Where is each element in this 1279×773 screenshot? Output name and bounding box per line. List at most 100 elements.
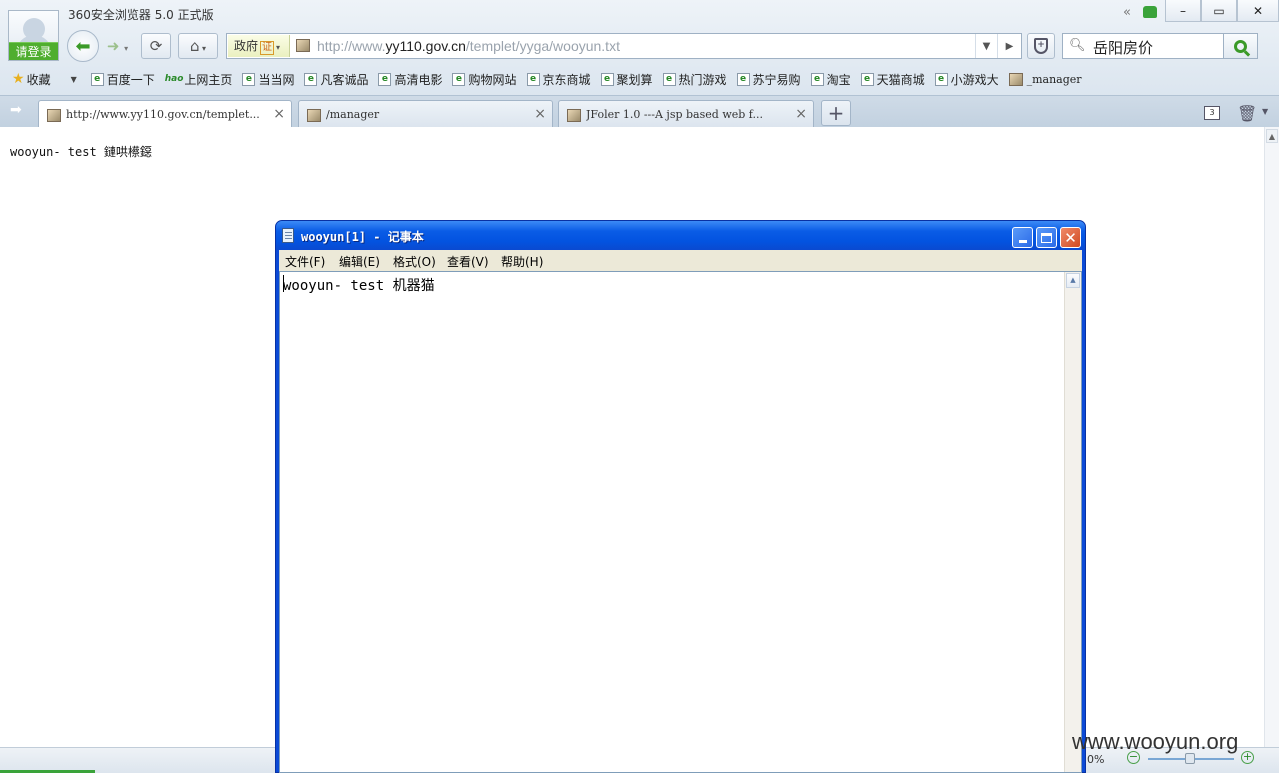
go-arrow-icon[interactable]: ▶ <box>997 34 1021 58</box>
tab-close-icon[interactable]: × <box>534 106 546 122</box>
plus-icon: + <box>827 101 845 125</box>
search-value: 岳阳房价 <box>1093 39 1154 57</box>
skin-shirt-icon[interactable] <box>1143 6 1157 18</box>
notepad-icon <box>282 228 294 243</box>
scroll-up-icon[interactable]: ▲ <box>1066 273 1080 288</box>
favorite-label: 淘宝 <box>826 72 851 87</box>
favorite-label: 天猫商城 <box>876 72 925 87</box>
notepad-scrollbar[interactable]: ▲ <box>1064 272 1081 772</box>
tab-title: /manager <box>326 108 380 121</box>
notepad-minimize-button[interactable] <box>1012 227 1033 248</box>
notepad-window[interactable]: wooyun[1] - 记事本 ✕ 文件(F) 编辑(E) 格式(O) 查看(V… <box>275 220 1086 773</box>
shield-icon: + <box>1034 38 1048 54</box>
tab-bar: ➡︎ http://www.yy110.gov.cn/templet... × … <box>0 95 1279 129</box>
url-input[interactable]: http://www.yy110.gov.cn/templet/yyga/woo… <box>317 38 620 54</box>
tab-close-icon[interactable]: × <box>795 106 807 122</box>
close-icon: ✕ <box>1064 228 1077 247</box>
ie-icon: e <box>736 72 750 86</box>
ie-icon: e <box>934 72 948 86</box>
trash-dropdown-icon[interactable]: ▼ <box>1262 107 1268 116</box>
favorite-label: 百度一下 <box>106 72 155 87</box>
closed-tabs-counter[interactable]: 3 <box>1204 106 1220 120</box>
notepad-menubar: 文件(F) 编辑(E) 格式(O) 查看(V) 帮助(H) <box>279 250 1082 271</box>
forward-button[interactable]: ➜ ▾ <box>100 33 135 59</box>
menu-format[interactable]: 格式(O) <box>393 253 436 270</box>
favorite-item[interactable]: e 热门游戏 <box>662 71 727 88</box>
favorite-item[interactable]: e 百度一下 <box>90 71 155 88</box>
scroll-up-icon[interactable]: ▲ <box>1266 129 1278 143</box>
security-shield-button[interactable]: + <box>1027 33 1055 59</box>
notepad-content[interactable]: wooyun- test 机器猫 <box>283 275 435 295</box>
home-icon: ⌂ ▾ <box>189 37 207 55</box>
gov-cert-badge[interactable]: 政府证 ▾ <box>228 35 290 57</box>
notepad-close-button[interactable]: ✕ <box>1060 227 1081 248</box>
menu-file[interactable]: 文件(F) <box>285 253 325 270</box>
restore-button[interactable]: ▭ <box>1201 0 1237 22</box>
app-title: 360安全浏览器 5.0 正式版 <box>68 8 214 22</box>
favorite-label: 高清电影 <box>394 72 443 87</box>
favorite-item[interactable]: hao 上网主页 <box>165 71 233 88</box>
tab-favicon-icon <box>567 109 581 122</box>
tab-title: http://www.yy110.gov.cn/templet... <box>66 108 260 121</box>
ie-icon: e <box>860 72 874 86</box>
favorite-item[interactable]: e 当当网 <box>242 71 294 88</box>
notepad-editor[interactable]: wooyun- test 机器猫 ▲ <box>279 271 1082 773</box>
search-icon <box>1234 39 1247 53</box>
sidebar-toggle-icon[interactable]: ➡︎ <box>10 102 22 118</box>
back-arrow-icon: ⬅ <box>75 35 91 57</box>
favorite-item[interactable]: e 天猫商城 <box>860 71 925 88</box>
trash-icon[interactable]: 🗑︎ <box>1237 104 1257 123</box>
favorite-item[interactable]: _manager <box>1008 72 1082 86</box>
favorite-item[interactable]: e 小游戏大 <box>934 71 999 88</box>
favorite-item[interactable]: e 苏宁易购 <box>736 71 801 88</box>
tab-manager[interactable]: /manager × <box>298 100 553 128</box>
favorites-menu[interactable]: ★ 收藏 <box>12 71 51 88</box>
ie-icon: e <box>600 72 614 86</box>
search-input[interactable]: 🔍︎ 岳阳房价 <box>1062 33 1224 59</box>
gov-dropdown-icon: ▾ <box>276 43 281 52</box>
refresh-button[interactable]: ⟳ <box>141 33 171 59</box>
favorite-label: 热门游戏 <box>678 72 727 87</box>
tab-favicon-icon <box>47 109 61 122</box>
favorite-item[interactable]: e 淘宝 <box>810 71 851 88</box>
favorite-item[interactable]: e 购物网站 <box>452 71 517 88</box>
notepad-titlebar[interactable]: wooyun[1] - 记事本 ✕ <box>276 221 1085 250</box>
ie-icon: e <box>810 72 824 86</box>
menu-help[interactable]: 帮助(H) <box>501 253 543 270</box>
ie-icon: e <box>304 72 318 86</box>
search-button[interactable] <box>1223 33 1258 59</box>
back-button[interactable]: ⬅ <box>67 30 99 62</box>
notepad-title: wooyun[1] - 记事本 <box>301 230 424 244</box>
page-scrollbar[interactable]: ▲ <box>1264 127 1279 747</box>
favorite-item[interactable]: e 聚划算 <box>600 71 653 88</box>
login-button[interactable]: 请登录 <box>9 42 58 60</box>
favorite-item[interactable]: e 凡客诚品 <box>304 71 368 88</box>
page-text: wooyun- test 鏈哄櫒鐚 <box>10 145 152 159</box>
tab-jfoler[interactable]: JFoler 1.0 ---A jsp based web f... × <box>558 100 814 128</box>
ie-icon: e <box>242 72 256 86</box>
favorite-item[interactable]: e 京东商城 <box>526 71 591 88</box>
url-domain: yy110.gov.cn <box>385 38 466 54</box>
menu-edit[interactable]: 编辑(E) <box>339 253 380 270</box>
ie-icon: e <box>452 72 466 86</box>
favorite-label: 购物网站 <box>468 72 517 87</box>
tab-favicon-icon <box>307 109 321 122</box>
address-dropdown-icon[interactable]: ▼ <box>975 34 997 58</box>
favorite-label: 小游戏大 <box>950 72 999 87</box>
search-engine-icon[interactable]: 🔍︎ <box>1069 38 1086 53</box>
favorite-label: _manager <box>1026 72 1082 86</box>
tab-close-icon[interactable]: × <box>273 106 285 122</box>
new-tab-button[interactable]: + <box>821 100 851 126</box>
favorite-item[interactable]: e 高清电影 <box>378 71 442 88</box>
close-button[interactable]: ✕ <box>1237 0 1279 22</box>
tab-active[interactable]: http://www.yy110.gov.cn/templet... × <box>38 100 292 129</box>
home-button[interactable]: ⌂ ▾ <box>178 33 218 59</box>
favorite-label: 京东商城 <box>542 72 591 87</box>
minimize-button[interactable]: – <box>1165 0 1201 22</box>
menu-view[interactable]: 查看(V) <box>447 253 489 270</box>
favorites-dropdown-icon[interactable]: ▼ <box>71 75 77 84</box>
notepad-maximize-button[interactable] <box>1036 227 1057 248</box>
zoom-in-icon[interactable]: + <box>1241 751 1254 764</box>
address-bar[interactable]: 政府证 ▾ http://www.yy110.gov.cn/templet/yyg… <box>226 33 1022 59</box>
collapse-chevron-icon[interactable]: « <box>1123 5 1131 20</box>
